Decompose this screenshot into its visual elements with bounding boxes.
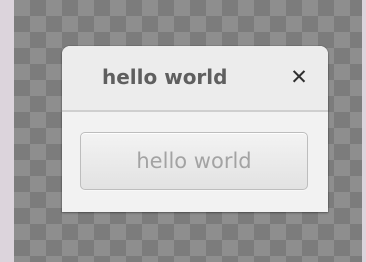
window-title: hello world xyxy=(102,65,228,89)
close-icon: ✕ xyxy=(290,65,308,89)
titlebar: hello world ✕ xyxy=(62,46,328,112)
close-button[interactable]: ✕ xyxy=(284,62,314,92)
dialog-content: hello world xyxy=(62,112,328,212)
button-label: hello world xyxy=(136,149,252,173)
dialog-window: hello world ✕ hello world xyxy=(62,46,328,212)
hello-world-button[interactable]: hello world xyxy=(80,132,308,190)
